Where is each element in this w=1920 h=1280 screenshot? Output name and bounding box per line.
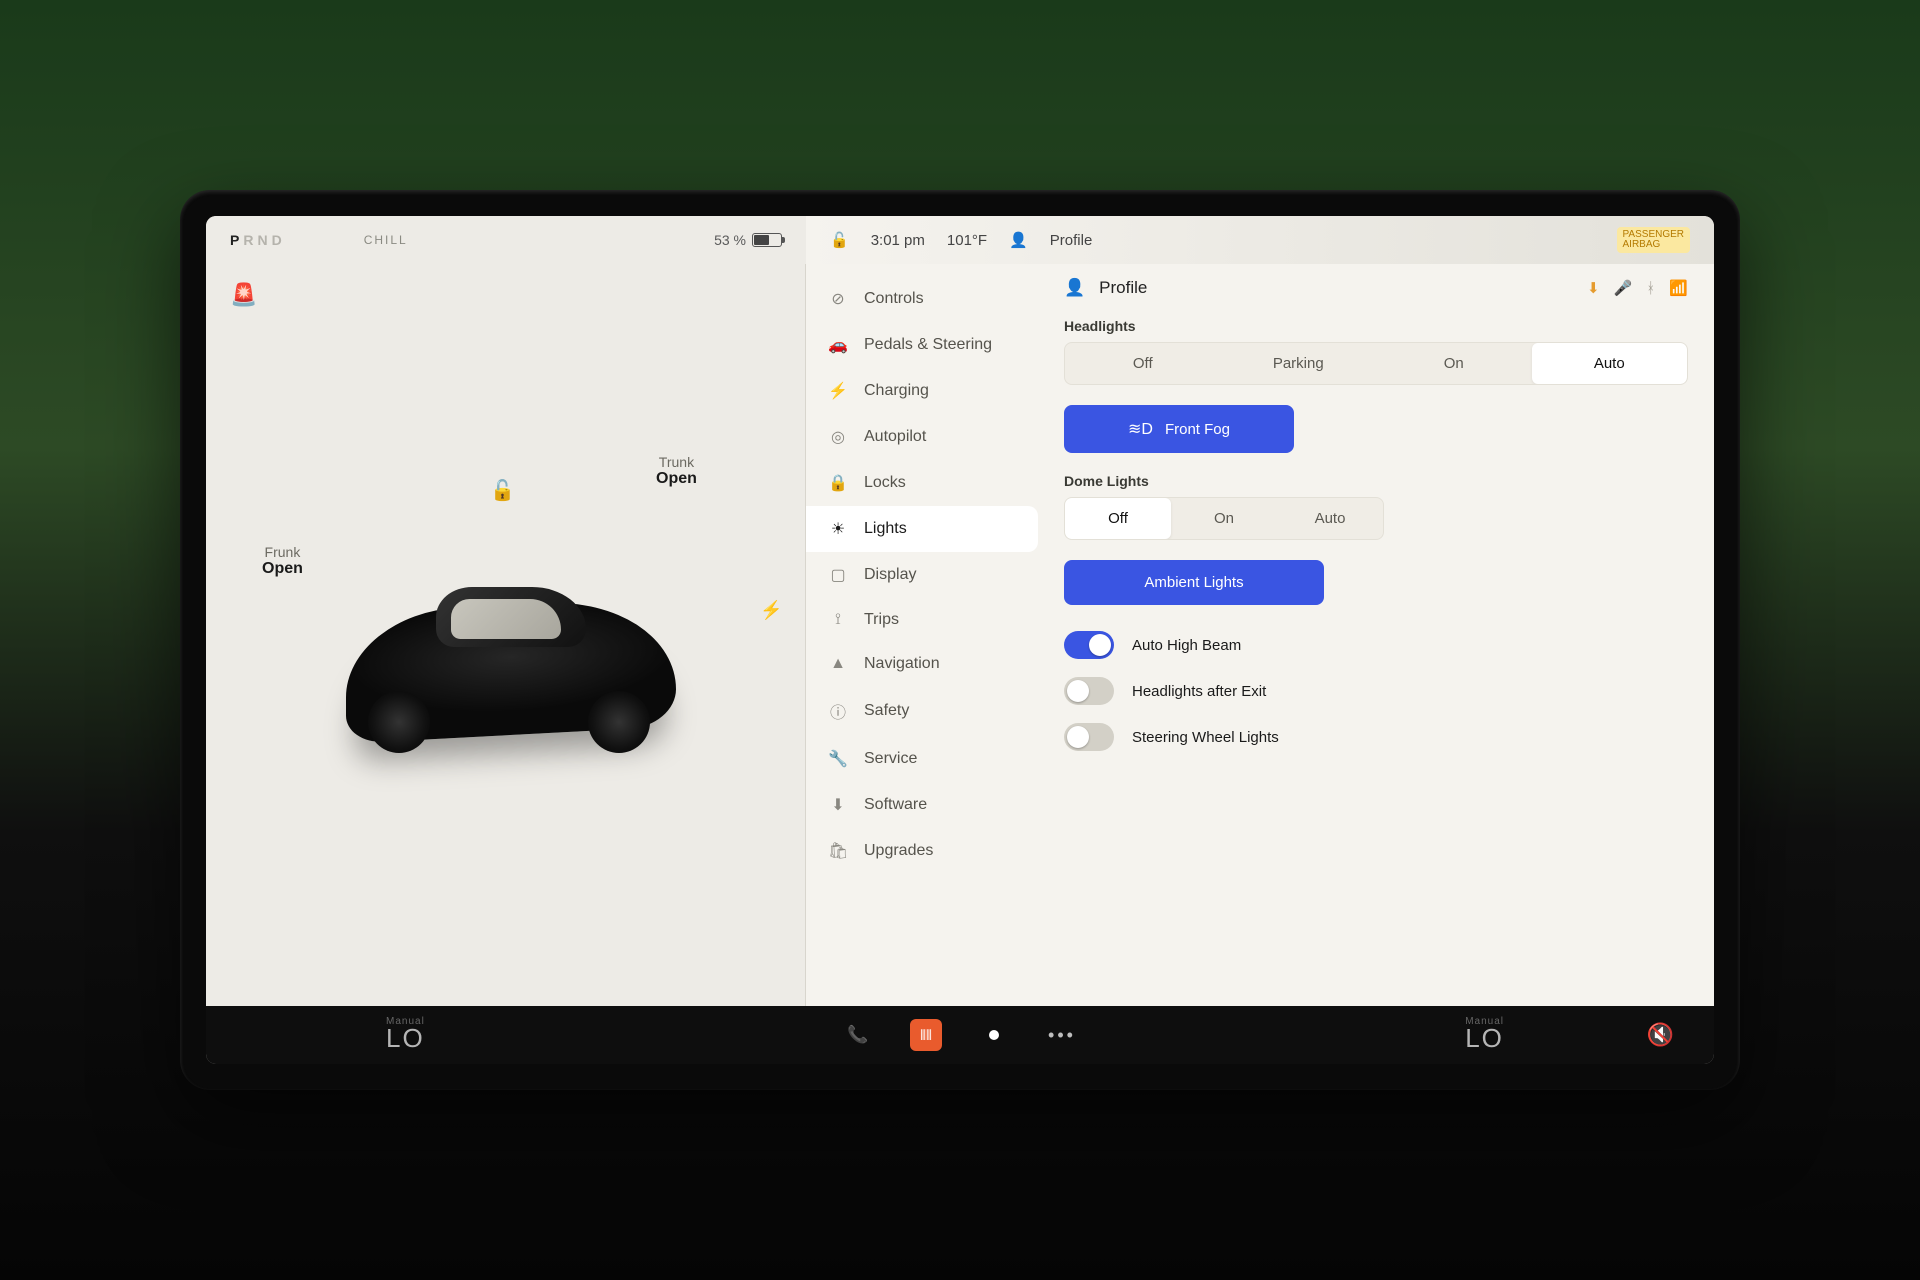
dome-section: Dome Lights OffOnAuto: [1064, 473, 1688, 540]
dashcam-app-icon[interactable]: ⫴⫴: [910, 1019, 942, 1051]
menu-icon: ▢: [828, 565, 848, 585]
dome-label: Dome Lights: [1064, 473, 1688, 489]
tablet-bezel: PRND CHILL 53 % 🔓 3:01 pm 101°F 👤 Profil…: [180, 190, 1740, 1090]
switch[interactable]: [1064, 723, 1114, 751]
menu-item-locks[interactable]: 🔒 Locks: [806, 460, 1038, 506]
settings-panel: ⊘ Controls 🚗 Pedals & Steering ⚡ Charging ◎ Aut…: [806, 264, 1714, 1006]
menu-item-upgrades[interactable]: 🛍 Upgrades: [806, 828, 1038, 874]
menu-icon: ☀: [828, 519, 848, 539]
app-launcher-icon[interactable]: •••: [1046, 1019, 1078, 1051]
vehicle-panel: 🚨 Frunk Open Trunk Open 🔓 ⚡: [206, 264, 806, 1006]
headlights-segmented: OffParkingOnAuto: [1064, 342, 1688, 385]
status-bar-left: PRND CHILL 53 %: [206, 216, 806, 264]
battery-status[interactable]: 53 %: [714, 232, 782, 248]
prnd-indicator: PRND: [230, 232, 286, 248]
status-bar-right: 🔓 3:01 pm 101°F 👤 Profile PASSENGERAIRBA…: [806, 216, 1714, 264]
toggle-label: Auto High Beam: [1132, 637, 1241, 654]
clock: 3:01 pm: [871, 232, 925, 249]
menu-icon: ⓘ: [828, 699, 848, 723]
screen: PRND CHILL 53 % 🔓 3:01 pm 101°F 👤 Profil…: [206, 216, 1714, 1064]
record-indicator-icon[interactable]: [978, 1019, 1010, 1051]
profile-label[interactable]: Profile: [1050, 232, 1093, 249]
volume-mute-icon[interactable]: 🔇: [1647, 1022, 1674, 1048]
menu-item-safety[interactable]: ⓘ Safety: [806, 686, 1038, 736]
phone-app-icon[interactable]: 📞: [842, 1019, 874, 1051]
menu-icon: ⬇: [828, 795, 848, 815]
menu-item-service[interactable]: 🔧 Service: [806, 736, 1038, 782]
toggle-label: Headlights after Exit: [1132, 683, 1266, 700]
menu-label: Autopilot: [864, 428, 926, 446]
headlights-option-parking[interactable]: Parking: [1221, 343, 1377, 384]
menu-icon: ⚡: [828, 381, 848, 401]
front-fog-button[interactable]: ≋D Front Fog: [1064, 405, 1294, 453]
fog-light-icon: ≋D: [1128, 419, 1153, 439]
menu-label: Safety: [864, 702, 909, 720]
menu-label: Navigation: [864, 655, 940, 673]
vehicle-render[interactable]: [206, 264, 805, 1006]
menu-icon: ▲: [828, 655, 848, 673]
passenger-climate[interactable]: Manual LO: [1465, 1016, 1504, 1054]
download-icon[interactable]: ⬇: [1587, 279, 1600, 297]
headlights-option-on[interactable]: On: [1376, 343, 1532, 384]
drive-mode-label: CHILL: [364, 233, 408, 247]
outside-temp: 101°F: [947, 232, 987, 249]
battery-icon: [752, 233, 782, 247]
lte-signal-icon[interactable]: 📶: [1669, 279, 1688, 297]
menu-icon: ⟟: [828, 611, 848, 629]
profile-icon[interactable]: 👤: [1009, 231, 1028, 249]
menu-label: Display: [864, 566, 916, 584]
menu-icon: 🛍: [828, 841, 848, 861]
toggle-steering-wheel-lights: Steering Wheel Lights: [1064, 723, 1688, 751]
switch[interactable]: [1064, 631, 1114, 659]
menu-item-trips[interactable]: ⟟ Trips: [806, 598, 1038, 642]
dome-option-off[interactable]: Off: [1065, 498, 1171, 539]
dome-segmented: OffOnAuto: [1064, 497, 1384, 540]
profile-row: 👤 Profile ⬇ 🎤 ᚼ 📶: [1064, 278, 1688, 298]
headlights-option-auto[interactable]: Auto: [1532, 343, 1688, 384]
menu-icon: 🔧: [828, 749, 848, 769]
menu-label: Locks: [864, 474, 906, 492]
toggle-auto-high-beam: Auto High Beam: [1064, 631, 1688, 659]
menu-item-display[interactable]: ▢ Display: [806, 552, 1038, 598]
switch[interactable]: [1064, 677, 1114, 705]
menu-item-controls[interactable]: ⊘ Controls: [806, 276, 1038, 322]
headlights-label: Headlights: [1064, 318, 1688, 334]
menu-label: Trips: [864, 611, 899, 629]
menu-label: Service: [864, 750, 917, 768]
bottom-dock: Manual LO 📞 ⫴⫴ ••• Manual LO 🔇: [206, 1006, 1714, 1064]
menu-item-charging[interactable]: ⚡ Charging: [806, 368, 1038, 414]
menu-item-pedals-steering[interactable]: 🚗 Pedals & Steering: [806, 322, 1038, 368]
menu-label: Charging: [864, 382, 929, 400]
menu-label: Controls: [864, 290, 924, 308]
dome-option-auto[interactable]: Auto: [1277, 498, 1383, 539]
headlights-section: Headlights OffParkingOnAuto: [1064, 318, 1688, 385]
menu-item-lights[interactable]: ☀ Lights: [806, 506, 1038, 552]
toggle-headlights-after-exit: Headlights after Exit: [1064, 677, 1688, 705]
menu-item-navigation[interactable]: ▲ Navigation: [806, 642, 1038, 686]
menu-icon: ⊘: [828, 289, 848, 309]
driver-climate[interactable]: Manual LO: [386, 1016, 425, 1054]
settings-menu: ⊘ Controls 🚗 Pedals & Steering ⚡ Charging ◎ Aut…: [806, 264, 1046, 1006]
headlights-option-off[interactable]: Off: [1065, 343, 1221, 384]
passenger-airbag-chip: PASSENGERAIRBAG: [1617, 227, 1691, 253]
menu-icon: ◎: [828, 427, 848, 447]
dome-option-on[interactable]: On: [1171, 498, 1277, 539]
menu-item-software[interactable]: ⬇ Software: [806, 782, 1038, 828]
toggle-list: Auto High Beam Headlights after Exit Steer…: [1064, 631, 1688, 751]
lights-content: 👤 Profile ⬇ 🎤 ᚼ 📶 Headlights OffParkingO…: [1046, 264, 1714, 1006]
bluetooth-icon[interactable]: ᚼ: [1646, 280, 1655, 297]
profile-icon: 👤: [1064, 278, 1085, 298]
ambient-lights-button[interactable]: Ambient Lights: [1064, 560, 1324, 605]
profile-heading[interactable]: Profile: [1099, 278, 1147, 298]
menu-item-autopilot[interactable]: ◎ Autopilot: [806, 414, 1038, 460]
lock-status-icon[interactable]: 🔓: [830, 231, 849, 249]
menu-label: Pedals & Steering: [864, 336, 992, 354]
menu-icon: 🚗: [828, 335, 848, 355]
menu-label: Lights: [864, 520, 907, 538]
toggle-label: Steering Wheel Lights: [1132, 729, 1279, 746]
menu-label: Software: [864, 796, 927, 814]
mic-icon[interactable]: 🎤: [1614, 279, 1633, 297]
menu-label: Upgrades: [864, 842, 933, 860]
menu-icon: 🔒: [828, 473, 848, 493]
